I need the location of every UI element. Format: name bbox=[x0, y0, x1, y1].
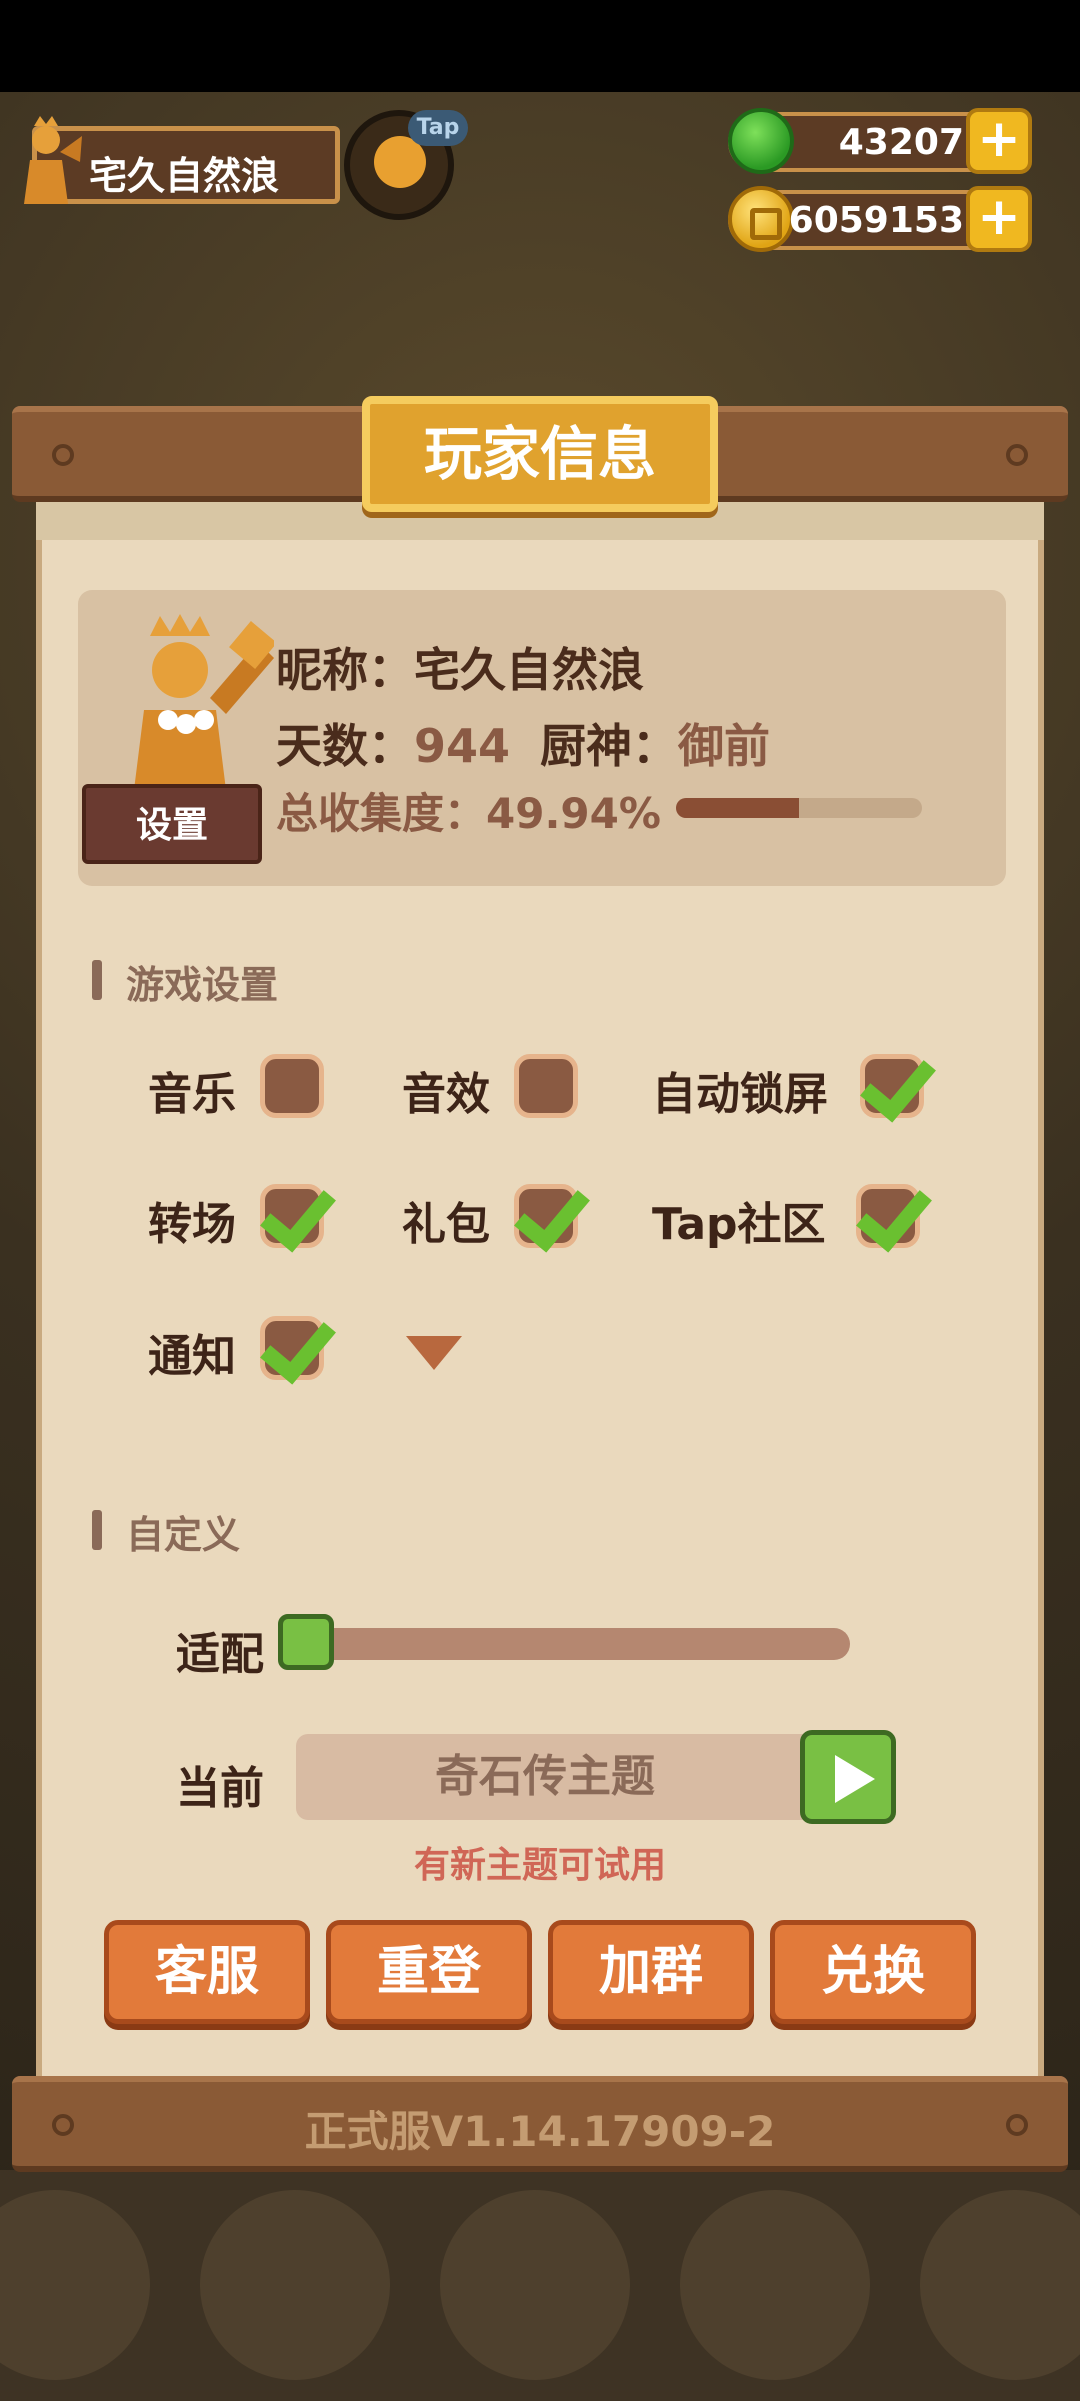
fit-slider-track[interactable] bbox=[312, 1628, 850, 1660]
fit-slider-handle[interactable] bbox=[278, 1614, 334, 1670]
collection-row: 总收集度：49.94% bbox=[276, 780, 661, 841]
current-theme-label: 当前 bbox=[176, 1763, 264, 1814]
nickname-label: 昵称： bbox=[276, 643, 414, 697]
theme-play-button[interactable] bbox=[800, 1730, 896, 1824]
relogin-button[interactable]: 重登 bbox=[326, 1920, 532, 2024]
nickname-row: 昵称：宅久自然浪 bbox=[276, 634, 644, 700]
collection-progress-fill bbox=[676, 798, 799, 818]
option-music-label: 音乐 bbox=[148, 1069, 236, 1120]
chef-row: 厨神：御前 bbox=[540, 710, 770, 776]
expand-arrow-icon[interactable] bbox=[406, 1336, 462, 1370]
jade-gem-icon bbox=[728, 108, 794, 174]
bottom-plank: 正式服V1.14.17909-2 bbox=[12, 2076, 1068, 2172]
coin-icon bbox=[728, 186, 794, 252]
option-tap-community-label: Tap社区 bbox=[652, 1199, 826, 1250]
player-name: 宅久自然浪 bbox=[89, 154, 280, 198]
option-tap-community-checkbox[interactable] bbox=[856, 1184, 920, 1248]
settings-button[interactable]: 设置 bbox=[82, 784, 262, 864]
gem-counter: 43207 + bbox=[728, 108, 1032, 174]
option-giftpack-checkbox[interactable] bbox=[514, 1184, 578, 1248]
version-label: 正式服V1.14.17909-2 bbox=[304, 2107, 776, 2156]
option-giftpack-label: 礼包 bbox=[402, 1199, 490, 1250]
option-autolock-label: 自动锁屏 bbox=[652, 1069, 828, 1120]
support-button[interactable]: 客服 bbox=[104, 1920, 310, 2024]
redeem-button[interactable]: 兑换 bbox=[770, 1920, 976, 2024]
option-sfx-label: 音效 bbox=[402, 1069, 490, 1120]
tap-badge: Tap bbox=[408, 110, 468, 146]
chef-statue-icon bbox=[134, 614, 274, 790]
new-theme-notice: 有新主题可试用 bbox=[413, 1845, 666, 1886]
option-transition-label: 转场 bbox=[148, 1199, 236, 1250]
days-row: 天数：944 bbox=[276, 710, 510, 776]
status-bar bbox=[0, 0, 1080, 92]
join-group-button[interactable]: 加群 bbox=[548, 1920, 754, 2024]
gem-amount: 43207 bbox=[838, 122, 964, 163]
chef-value: 御前 bbox=[678, 719, 770, 773]
chef-label: 厨神： bbox=[540, 719, 678, 773]
days-value: 944 bbox=[414, 719, 511, 773]
days-label: 天数： bbox=[276, 719, 414, 773]
add-coins-button[interactable]: + bbox=[966, 186, 1032, 252]
collection-label: 总收集度： bbox=[276, 789, 487, 838]
option-transition-checkbox[interactable] bbox=[260, 1184, 324, 1248]
current-theme-field: 奇石传主题 bbox=[296, 1734, 864, 1820]
chef-statue-icon[interactable] bbox=[6, 112, 86, 208]
custom-section: 自定义 bbox=[92, 1504, 240, 1559]
option-sfx-checkbox[interactable] bbox=[514, 1054, 578, 1118]
option-autolock-checkbox[interactable] bbox=[860, 1054, 924, 1118]
panel-title: 玩家信息 bbox=[423, 420, 656, 488]
option-notify-label: 通知 bbox=[148, 1331, 236, 1382]
add-gems-button[interactable]: + bbox=[966, 108, 1032, 174]
nickname-value: 宅久自然浪 bbox=[414, 643, 644, 697]
game-settings-title: 游戏设置 bbox=[126, 963, 279, 1007]
collection-value: 49.94% bbox=[486, 789, 661, 838]
game-settings-section: 游戏设置 bbox=[92, 954, 278, 1009]
panel-title-badge: 玩家信息 bbox=[362, 396, 718, 512]
custom-title: 自定义 bbox=[126, 1513, 241, 1557]
collection-progress-bar bbox=[676, 798, 922, 818]
fit-label: 适配 bbox=[176, 1629, 264, 1680]
option-music-checkbox[interactable] bbox=[260, 1054, 324, 1118]
bottom-scenery bbox=[0, 2170, 1080, 2401]
coin-amount: 6059153 bbox=[788, 200, 964, 241]
coin-counter: 6059153 + bbox=[728, 186, 1032, 252]
option-notify-checkbox[interactable] bbox=[260, 1316, 324, 1380]
